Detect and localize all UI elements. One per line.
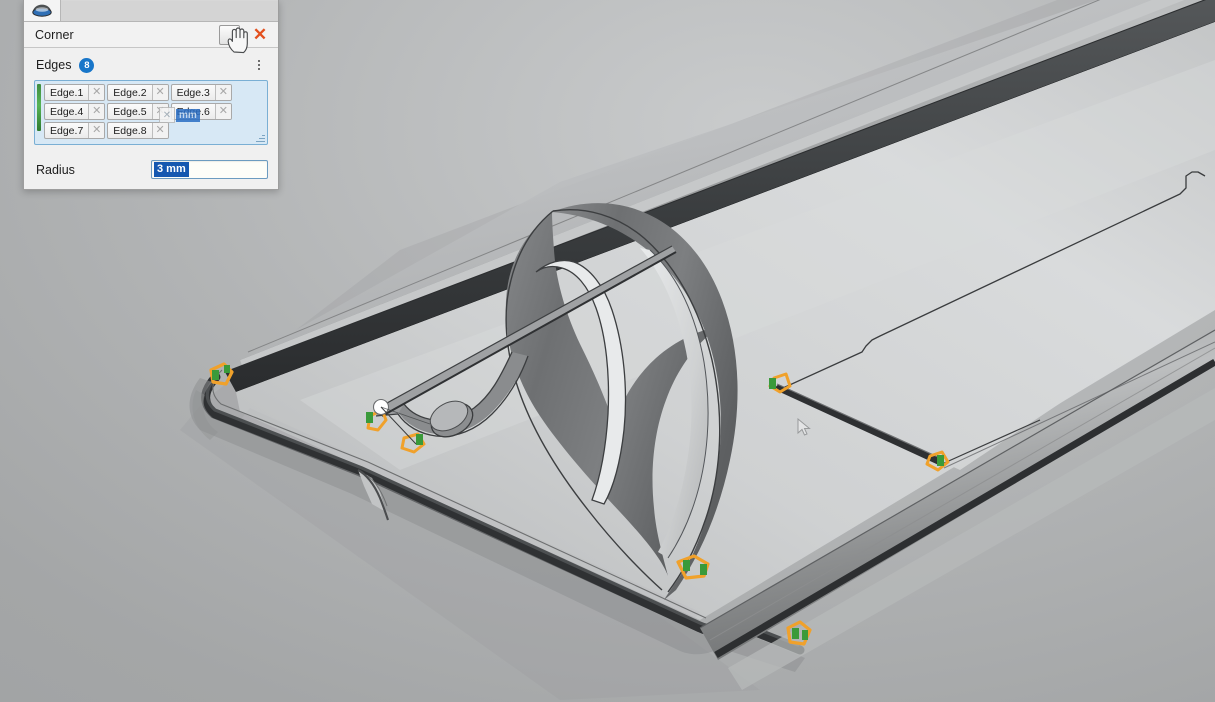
edge-chip-label: Edge.3 — [176, 86, 210, 99]
edge-chip[interactable]: Edge.4 ✕ — [44, 103, 106, 120]
dialog-body: Edges 8 Edge.1 ✕ Edge.2 ✕ Edge.3 ✕ Edge.… — [24, 48, 278, 189]
edge-chip[interactable]: Edge.2 ✕ — [107, 84, 169, 101]
dialog-titlebar: Corner ✕ — [24, 22, 278, 48]
resize-grip[interactable] — [256, 133, 265, 142]
edge-chip-list: Edge.1 ✕ Edge.2 ✕ Edge.3 ✕ Edge.4 ✕ Edge… — [44, 84, 263, 139]
edge-chip-label: Edge.1 — [50, 86, 84, 99]
edge-chip[interactable]: Edge.8 ✕ — [107, 122, 169, 139]
edge-chip-label: Edge.5 — [113, 105, 147, 118]
edge-chip-remove-icon[interactable]: ✕ — [151, 85, 168, 100]
edge-chip-label: Edge.2 — [113, 86, 147, 99]
dialog-title: Corner — [35, 27, 74, 42]
dialog-tabstrip — [24, 0, 278, 22]
edge-chip[interactable]: Edge.3 ✕ — [170, 84, 232, 101]
edge-chip-label: Edge.8 — [113, 124, 147, 137]
edge-chip-remove-icon[interactable]: ✕ — [88, 104, 105, 119]
edge-chip-label: Edge.4 — [50, 105, 84, 118]
kebab-menu-icon[interactable] — [252, 56, 266, 74]
edges-list-box[interactable]: Edge.1 ✕ Edge.2 ✕ Edge.3 ✕ Edge.4 ✕ Edge… — [34, 80, 268, 145]
edge-chip-remove-icon[interactable]: ✕ — [151, 104, 168, 119]
edge-picker-button[interactable] — [219, 24, 240, 45]
application-window: Corner ✕ Edges 8 Edge.1 ✕ Edge.2 ✕ Edge.… — [0, 0, 1215, 702]
edge-chip[interactable]: Edge.7 ✕ — [44, 122, 106, 139]
radius-input[interactable]: 3 mm — [151, 160, 268, 179]
edge-chip-remove-icon[interactable]: ✕ — [151, 123, 168, 138]
radius-value: 3 mm — [154, 162, 189, 177]
tabstrip-empty-area — [61, 1, 278, 21]
corner-dialog[interactable]: Corner ✕ Edges 8 Edge.1 ✕ Edge.2 ✕ Edge.… — [23, 0, 279, 190]
edge-chip-remove-icon[interactable]: ✕ — [214, 104, 231, 119]
edges-count-badge: 8 — [79, 57, 95, 73]
fillet-corner-icon — [32, 4, 52, 17]
edge-chip-label: Edge.7 — [50, 124, 84, 137]
edge-chip[interactable]: Edge.5 ✕ — [107, 103, 169, 120]
tab-corner[interactable] — [24, 0, 61, 21]
edge-chip-remove-icon[interactable]: ✕ — [88, 123, 105, 138]
edge-chip-remove-icon[interactable]: ✕ — [214, 85, 231, 100]
radius-row: Radius 3 mm — [34, 160, 268, 179]
edges-label: Edges — [36, 58, 72, 72]
edge-chip-label: Edge.6 — [176, 105, 210, 118]
edge-chip[interactable]: Edge.1 ✕ — [44, 84, 106, 101]
edges-header: Edges 8 — [34, 56, 268, 74]
edge-chip-remove-icon[interactable]: ✕ — [88, 85, 105, 100]
radius-label: Radius — [36, 162, 75, 177]
valid-indicator-bar — [37, 84, 41, 131]
edge-chip[interactable]: Edge.6 ✕ — [170, 103, 232, 120]
close-button[interactable]: ✕ — [250, 25, 270, 45]
